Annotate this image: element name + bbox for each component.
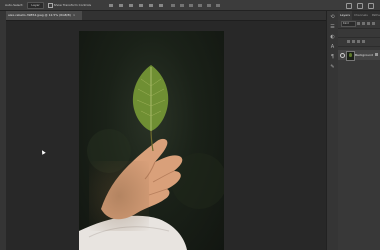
character-icon[interactable]: A [330,45,335,50]
document-title: alex-rebello-39854.jpeg @ 12.5% (RGB/8) [8,13,71,17]
blend-mode-row [338,29,380,38]
document-image[interactable] [79,31,224,250]
properties-icon[interactable]: ☰ [330,25,335,30]
workspace-icon[interactable] [357,3,363,9]
history-icon[interactable]: ⟲ [330,15,335,20]
search-icon[interactable] [346,3,352,9]
filter-shape-icon[interactable] [372,22,375,25]
lock-icon [375,53,378,56]
distribute-right-icon[interactable] [216,3,221,7]
align-left-icon[interactable] [109,3,114,7]
filter-pixel-icon[interactable] [357,22,360,25]
auto-select-label: Auto-Select: [5,3,24,7]
share-icon[interactable] [368,3,374,9]
tab-channels[interactable]: Channels [352,11,370,20]
filter-adjustment-icon[interactable] [362,22,365,25]
align-top-icon[interactable] [139,3,144,7]
kind-filter-dropdown[interactable]: Kind [341,21,356,27]
distribute-tools [171,3,221,7]
canvas-area[interactable] [6,21,375,250]
layer-name: Background [355,53,373,57]
options-bar: Auto-Select: Layer Show Transform Contro… [0,0,380,11]
lock-artboard-icon[interactable] [357,40,360,43]
layer-filter-row: Kind [338,20,380,29]
lock-all-icon[interactable] [362,40,365,43]
align-bottom-icon[interactable] [159,3,164,7]
filter-type-icon[interactable] [367,22,370,25]
tab-layers[interactable]: Layers [338,11,352,20]
lock-position-icon[interactable] [352,40,355,43]
close-icon[interactable]: × [73,13,76,17]
window-controls [346,0,374,9]
panel-tabs: Layers Channels Paths [338,11,380,20]
layer-thumbnail [346,51,355,61]
document-tab[interactable]: alex-rebello-39854.jpeg @ 12.5% (RGB/8) × [6,11,82,20]
layers-panel: Layers Channels Paths Kind Background [338,11,380,250]
distribute-middle-icon[interactable] [180,3,185,7]
align-right-icon[interactable] [129,3,134,7]
distribute-top-icon[interactable] [171,3,176,7]
align-center-icon[interactable] [119,3,124,7]
document-tab-bar: alex-rebello-39854.jpeg @ 12.5% (RGB/8) × [6,11,326,21]
checkbox-icon[interactable] [47,2,53,8]
distribute-center-icon[interactable] [207,3,212,7]
align-middle-icon[interactable] [149,3,154,7]
mouse-cursor [40,149,46,155]
align-tools [109,3,164,7]
lock-pixels-icon[interactable] [347,40,350,43]
brush-icon[interactable]: ✎ [330,65,335,70]
eye-icon[interactable] [340,53,345,58]
paragraph-icon[interactable]: ¶ [330,55,335,60]
adjustments-icon[interactable]: ◐ [330,35,335,40]
distribute-left-icon[interactable] [198,3,203,7]
lock-row [338,38,380,47]
tab-paths[interactable]: Paths [370,11,380,20]
show-transform-controls[interactable]: Show Transform Controls [47,0,92,10]
auto-select-dropdown[interactable]: Layer [27,1,44,9]
distribute-bottom-icon[interactable] [189,3,194,7]
show-transform-controls-label: Show Transform Controls [53,3,92,7]
layer-row-background[interactable]: Background [338,50,380,61]
